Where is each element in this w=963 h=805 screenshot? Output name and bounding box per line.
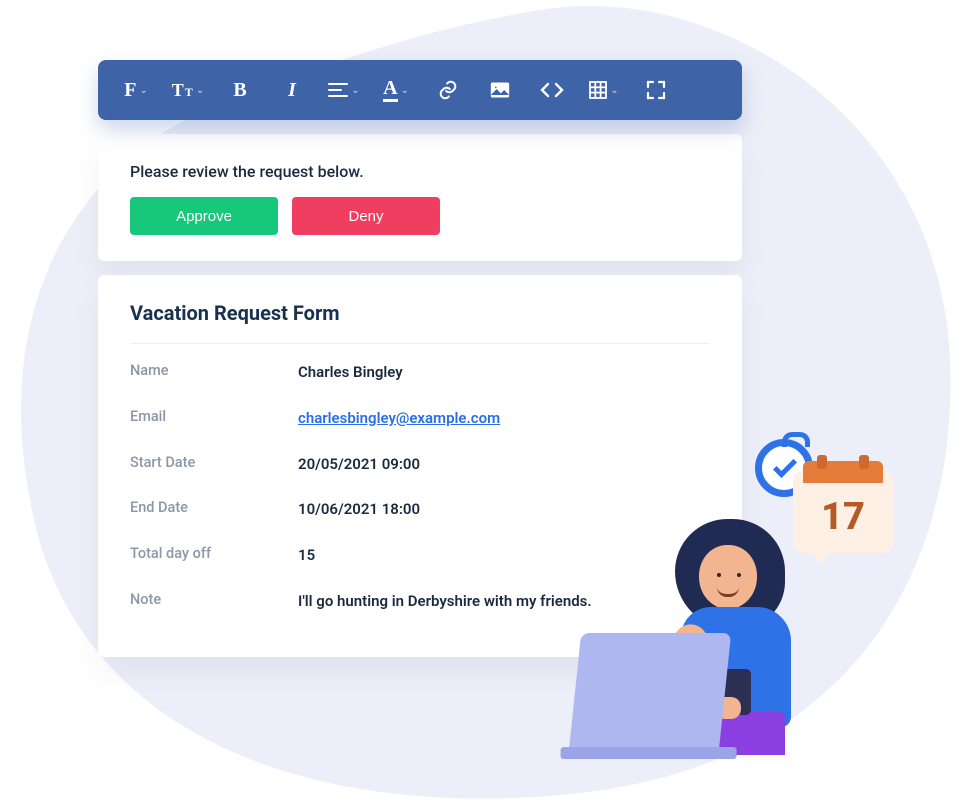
fullscreen-button[interactable] (634, 68, 678, 112)
field-label: Name (130, 362, 298, 384)
email-link[interactable]: charlesbingley@example.com (298, 409, 500, 427)
field-label: Note (130, 591, 298, 613)
align-menu[interactable]: ⌄ (322, 68, 366, 112)
richtext-toolbar: F⌄ TT⌄ B I ⌄ A⌄ ⌄ (98, 60, 742, 120)
italic-button[interactable]: I (270, 68, 314, 112)
field-label: End Date (130, 499, 298, 521)
insert-image-button[interactable] (478, 68, 522, 112)
bold-button[interactable]: B (218, 68, 262, 112)
review-prompt: Please review the request below. (130, 162, 710, 181)
deny-button[interactable]: Deny (292, 197, 440, 235)
calendar-icon: 17 (793, 471, 903, 553)
font-family-menu[interactable]: F⌄ (114, 68, 158, 112)
decorative-illustration: 17 (543, 431, 903, 751)
calendar-day-number: 17 (793, 495, 893, 539)
font-size-menu[interactable]: TT⌄ (166, 68, 210, 112)
form-title: Vacation Request Form (130, 301, 710, 344)
field-label: Email (130, 408, 298, 430)
field-value: charlesbingley@example.com (298, 408, 710, 430)
field-value: Charles Bingley (298, 362, 710, 384)
field-row-name: Name Charles Bingley (130, 350, 710, 396)
approve-button[interactable]: Approve (130, 197, 278, 235)
review-panel: Please review the request below. Approve… (98, 134, 742, 261)
insert-table-menu[interactable]: ⌄ (582, 68, 626, 112)
field-label: Start Date (130, 454, 298, 476)
person-illustration (603, 511, 803, 751)
insert-link-button[interactable] (426, 68, 470, 112)
text-color-menu[interactable]: A⌄ (374, 68, 418, 112)
field-label: Total day off (130, 545, 298, 567)
code-view-button[interactable] (530, 68, 574, 112)
